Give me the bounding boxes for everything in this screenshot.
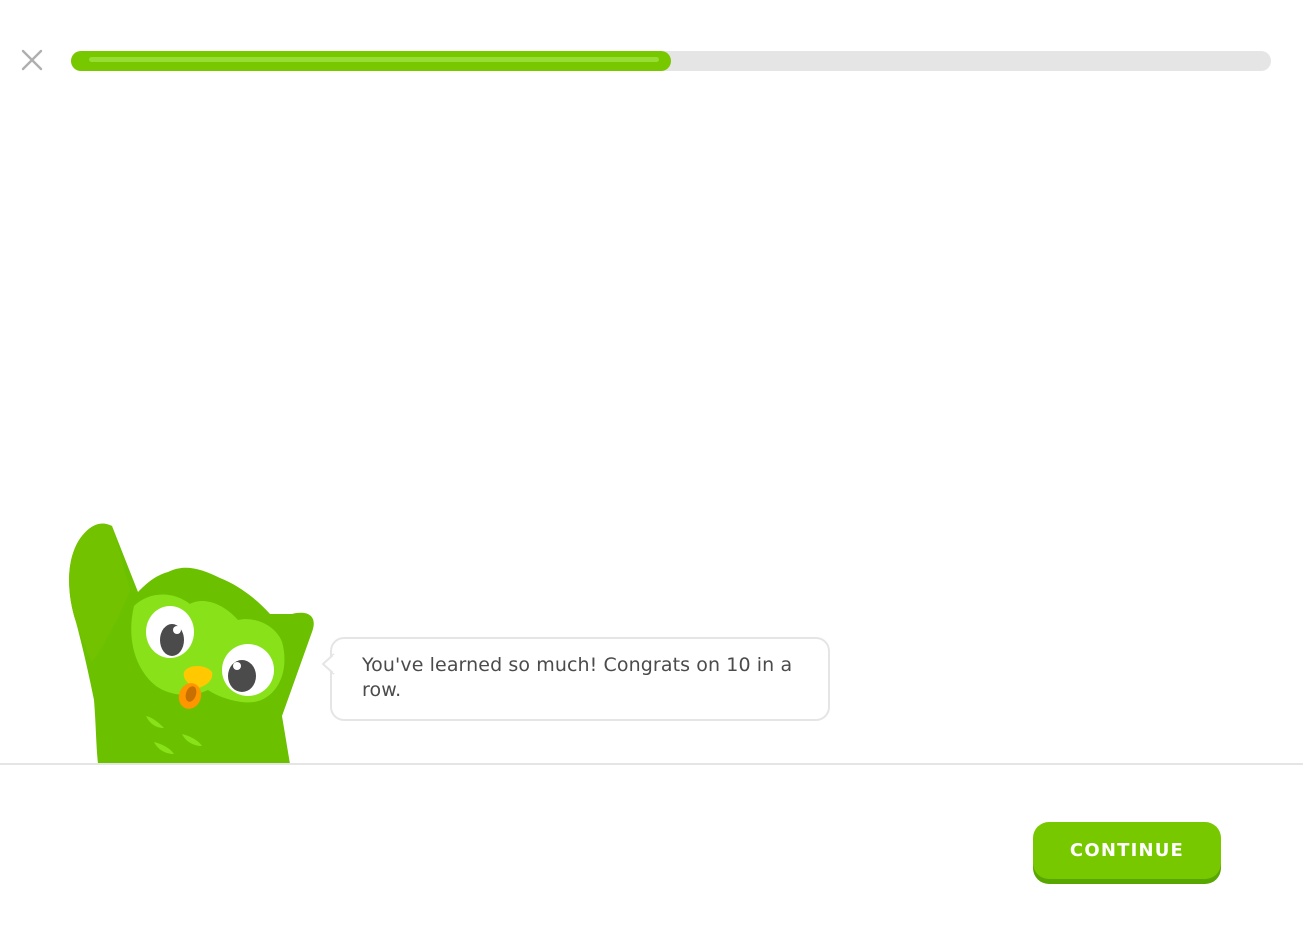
lesson-progress-bar [71,51,1271,71]
lesson-page: You've learned so much! Congrats on 10 i… [0,0,1303,927]
progress-highlight [89,57,659,62]
owl-mascot [60,520,330,764]
speech-bubble: You've learned so much! Congrats on 10 i… [322,637,830,721]
footer-divider [0,763,1303,765]
speech-text: You've learned so much! Congrats on 10 i… [362,654,793,701]
close-button[interactable] [18,48,46,76]
close-icon [20,48,44,76]
continue-button[interactable]: CONTINUE [1033,822,1221,879]
progress-fill [71,51,671,71]
